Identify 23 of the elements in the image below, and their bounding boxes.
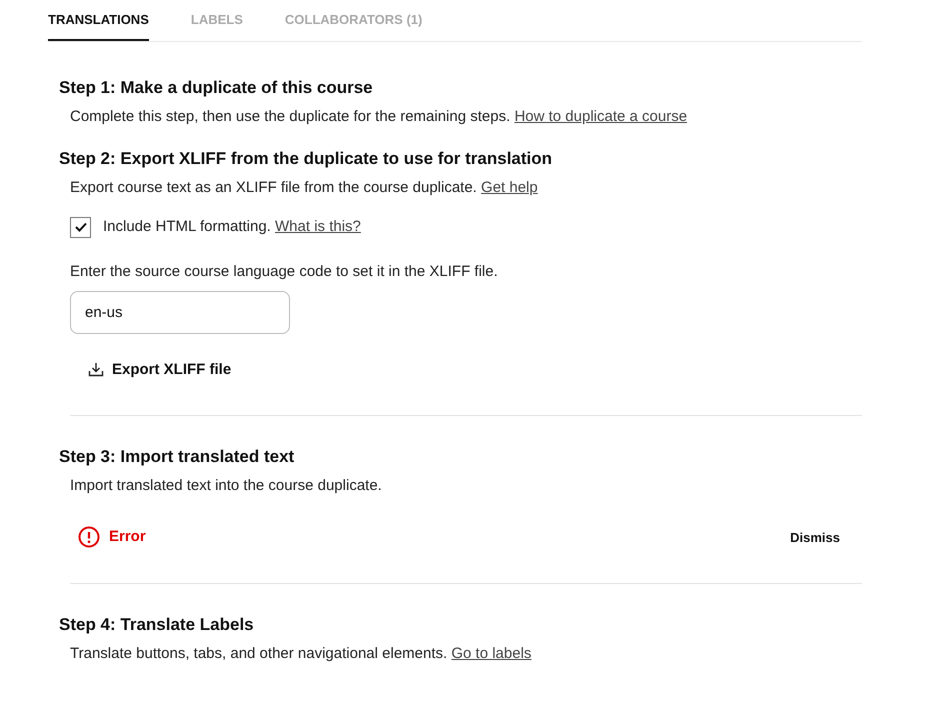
step-description: Import translated text into the course duplicate. — [70, 476, 382, 496]
checkmark-icon — [74, 222, 86, 232]
step-description: Export course text as an XLIFF file from the course duplicate. Get help — [70, 178, 538, 198]
step-heading: Step 4: Translate Labels — [59, 614, 255, 636]
help-link[interactable]: Go to labels — [451, 644, 532, 662]
info-link[interactable]: What is this? — [275, 218, 361, 235]
language-code-field[interactable]: en-us — [70, 290, 290, 334]
download-icon — [88, 362, 104, 378]
step-heading: Step 3: Import translated text — [59, 446, 296, 468]
checkbox-label: Include HTML formatting. What is this? — [103, 217, 361, 237]
help-link[interactable]: Get help — [481, 179, 538, 196]
checkbox[interactable] — [70, 216, 91, 238]
help-link[interactable]: How to duplicate a course — [514, 108, 688, 125]
field-label: Enter the source course language code to set it in the XLIFF file. — [70, 262, 498, 282]
step-description: Translate buttons, tabs, and other navigational elements. Go to labels — [70, 644, 532, 664]
step-description: Complete this step, then use the duplicate for the remaining steps. How to duplicate a course — [70, 107, 688, 127]
step-heading: Step 2: Export XLIFF from the duplicate to use for translation — [59, 148, 554, 170]
dismiss-button[interactable]: Dismiss — [790, 528, 840, 547]
error-icon — [78, 526, 100, 548]
step-heading: Step 1: Make a duplicate of this course — [59, 77, 374, 99]
error-message: Error — [109, 527, 146, 547]
tab[interactable]: TRANSLATIONS — [48, 0, 149, 41]
export-button[interactable]: Export XLIFF file — [88, 358, 232, 381]
